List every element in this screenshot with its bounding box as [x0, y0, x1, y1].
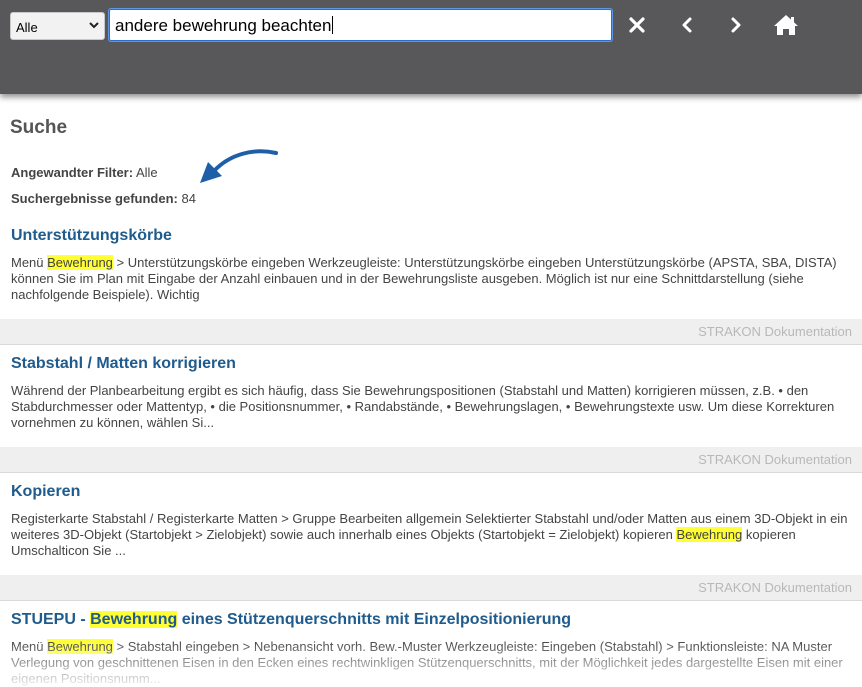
- result-title-text: Kopieren: [11, 483, 81, 500]
- applied-filter: Angewandter Filter: Alle: [11, 165, 158, 180]
- result-title-prefix: STUEPU -: [11, 611, 91, 628]
- search-term-highlight: Bewehrung: [676, 527, 743, 542]
- text-caret: [332, 16, 334, 34]
- snippet-text: > Unterstützungskörbe eingeben Werkzeugl…: [11, 255, 837, 302]
- result-source: STRAKON Dokumentation: [698, 324, 852, 339]
- result-source-bar: STRAKON Dokumentation: [0, 447, 862, 473]
- filter-select[interactable]: Alle: [10, 12, 105, 40]
- result-count: Suchergebnisse gefunden: 84: [11, 191, 196, 206]
- filter-select-value: Alle: [16, 20, 38, 35]
- snippet-text: > Stabstahl eingeben > Nebenansicht vorh…: [11, 639, 843, 686]
- home-button[interactable]: [771, 10, 801, 40]
- result-snippet: Menü Bewehrung > Unterstützungskörbe ein…: [11, 255, 851, 303]
- result-title[interactable]: Kopieren: [11, 483, 80, 501]
- clear-search-button[interactable]: [622, 10, 652, 40]
- result-snippet: Menü Bewehrung > Stabstahl eingeben > Ne…: [11, 639, 851, 687]
- snippet-text: Menü: [11, 255, 48, 270]
- result-title[interactable]: Stabstahl / Matten korrigieren: [11, 355, 236, 373]
- applied-filter-label: Angewandter Filter:: [11, 165, 134, 180]
- page-title: Suche: [10, 117, 68, 138]
- result-title[interactable]: STUEPU - Bewehrung eines Stützenquerschn…: [11, 611, 571, 629]
- search-input[interactable]: andere bewehrung beachten: [109, 9, 612, 41]
- search-input-value: andere bewehrung beachten: [115, 16, 332, 35]
- result-count-value: 84: [181, 191, 196, 206]
- result-count-label: Suchergebnisse gefunden:: [11, 191, 178, 206]
- next-button[interactable]: [721, 10, 751, 40]
- result-source: STRAKON Dokumentation: [698, 580, 852, 595]
- applied-filter-value: Alle: [135, 165, 158, 180]
- search-term-highlight: Bewehrung: [47, 639, 113, 654]
- result-title-suffix: eines Stützenquerschnitts mit Einzelposi…: [177, 611, 572, 628]
- result-title-highlight: Bewehrung: [90, 611, 178, 628]
- result-source-bar: STRAKON Dokumentation: [0, 575, 862, 601]
- result-snippet: Registerkarte Stabstahl / Registerkarte …: [11, 511, 851, 559]
- search-toolbar: Alle andere bewehrung beachten: [0, 0, 862, 94]
- annotation-arrow-icon: [200, 149, 278, 183]
- result-snippet: Während der Planbearbeitung ergibt es si…: [11, 383, 851, 431]
- search-term-highlight: Bewehrung: [47, 255, 113, 270]
- result-title[interactable]: Unterstützungskörbe: [11, 227, 172, 245]
- chevron-right-icon: [731, 17, 741, 33]
- chevron-left-icon: [682, 17, 692, 33]
- snippet-text: Während der Planbearbeitung ergibt es si…: [11, 383, 835, 430]
- result-title-text: Unterstützungskörbe: [11, 227, 172, 244]
- result-title-text: Stabstahl / Matten korrigieren: [11, 355, 236, 372]
- home-icon: [774, 15, 798, 35]
- close-icon: [629, 17, 645, 33]
- snippet-text: Menü: [11, 639, 48, 654]
- chevron-down-icon: [89, 22, 99, 29]
- previous-button[interactable]: [672, 10, 702, 40]
- result-source: STRAKON Dokumentation: [698, 452, 852, 467]
- result-source-bar: STRAKON Dokumentation: [0, 319, 862, 345]
